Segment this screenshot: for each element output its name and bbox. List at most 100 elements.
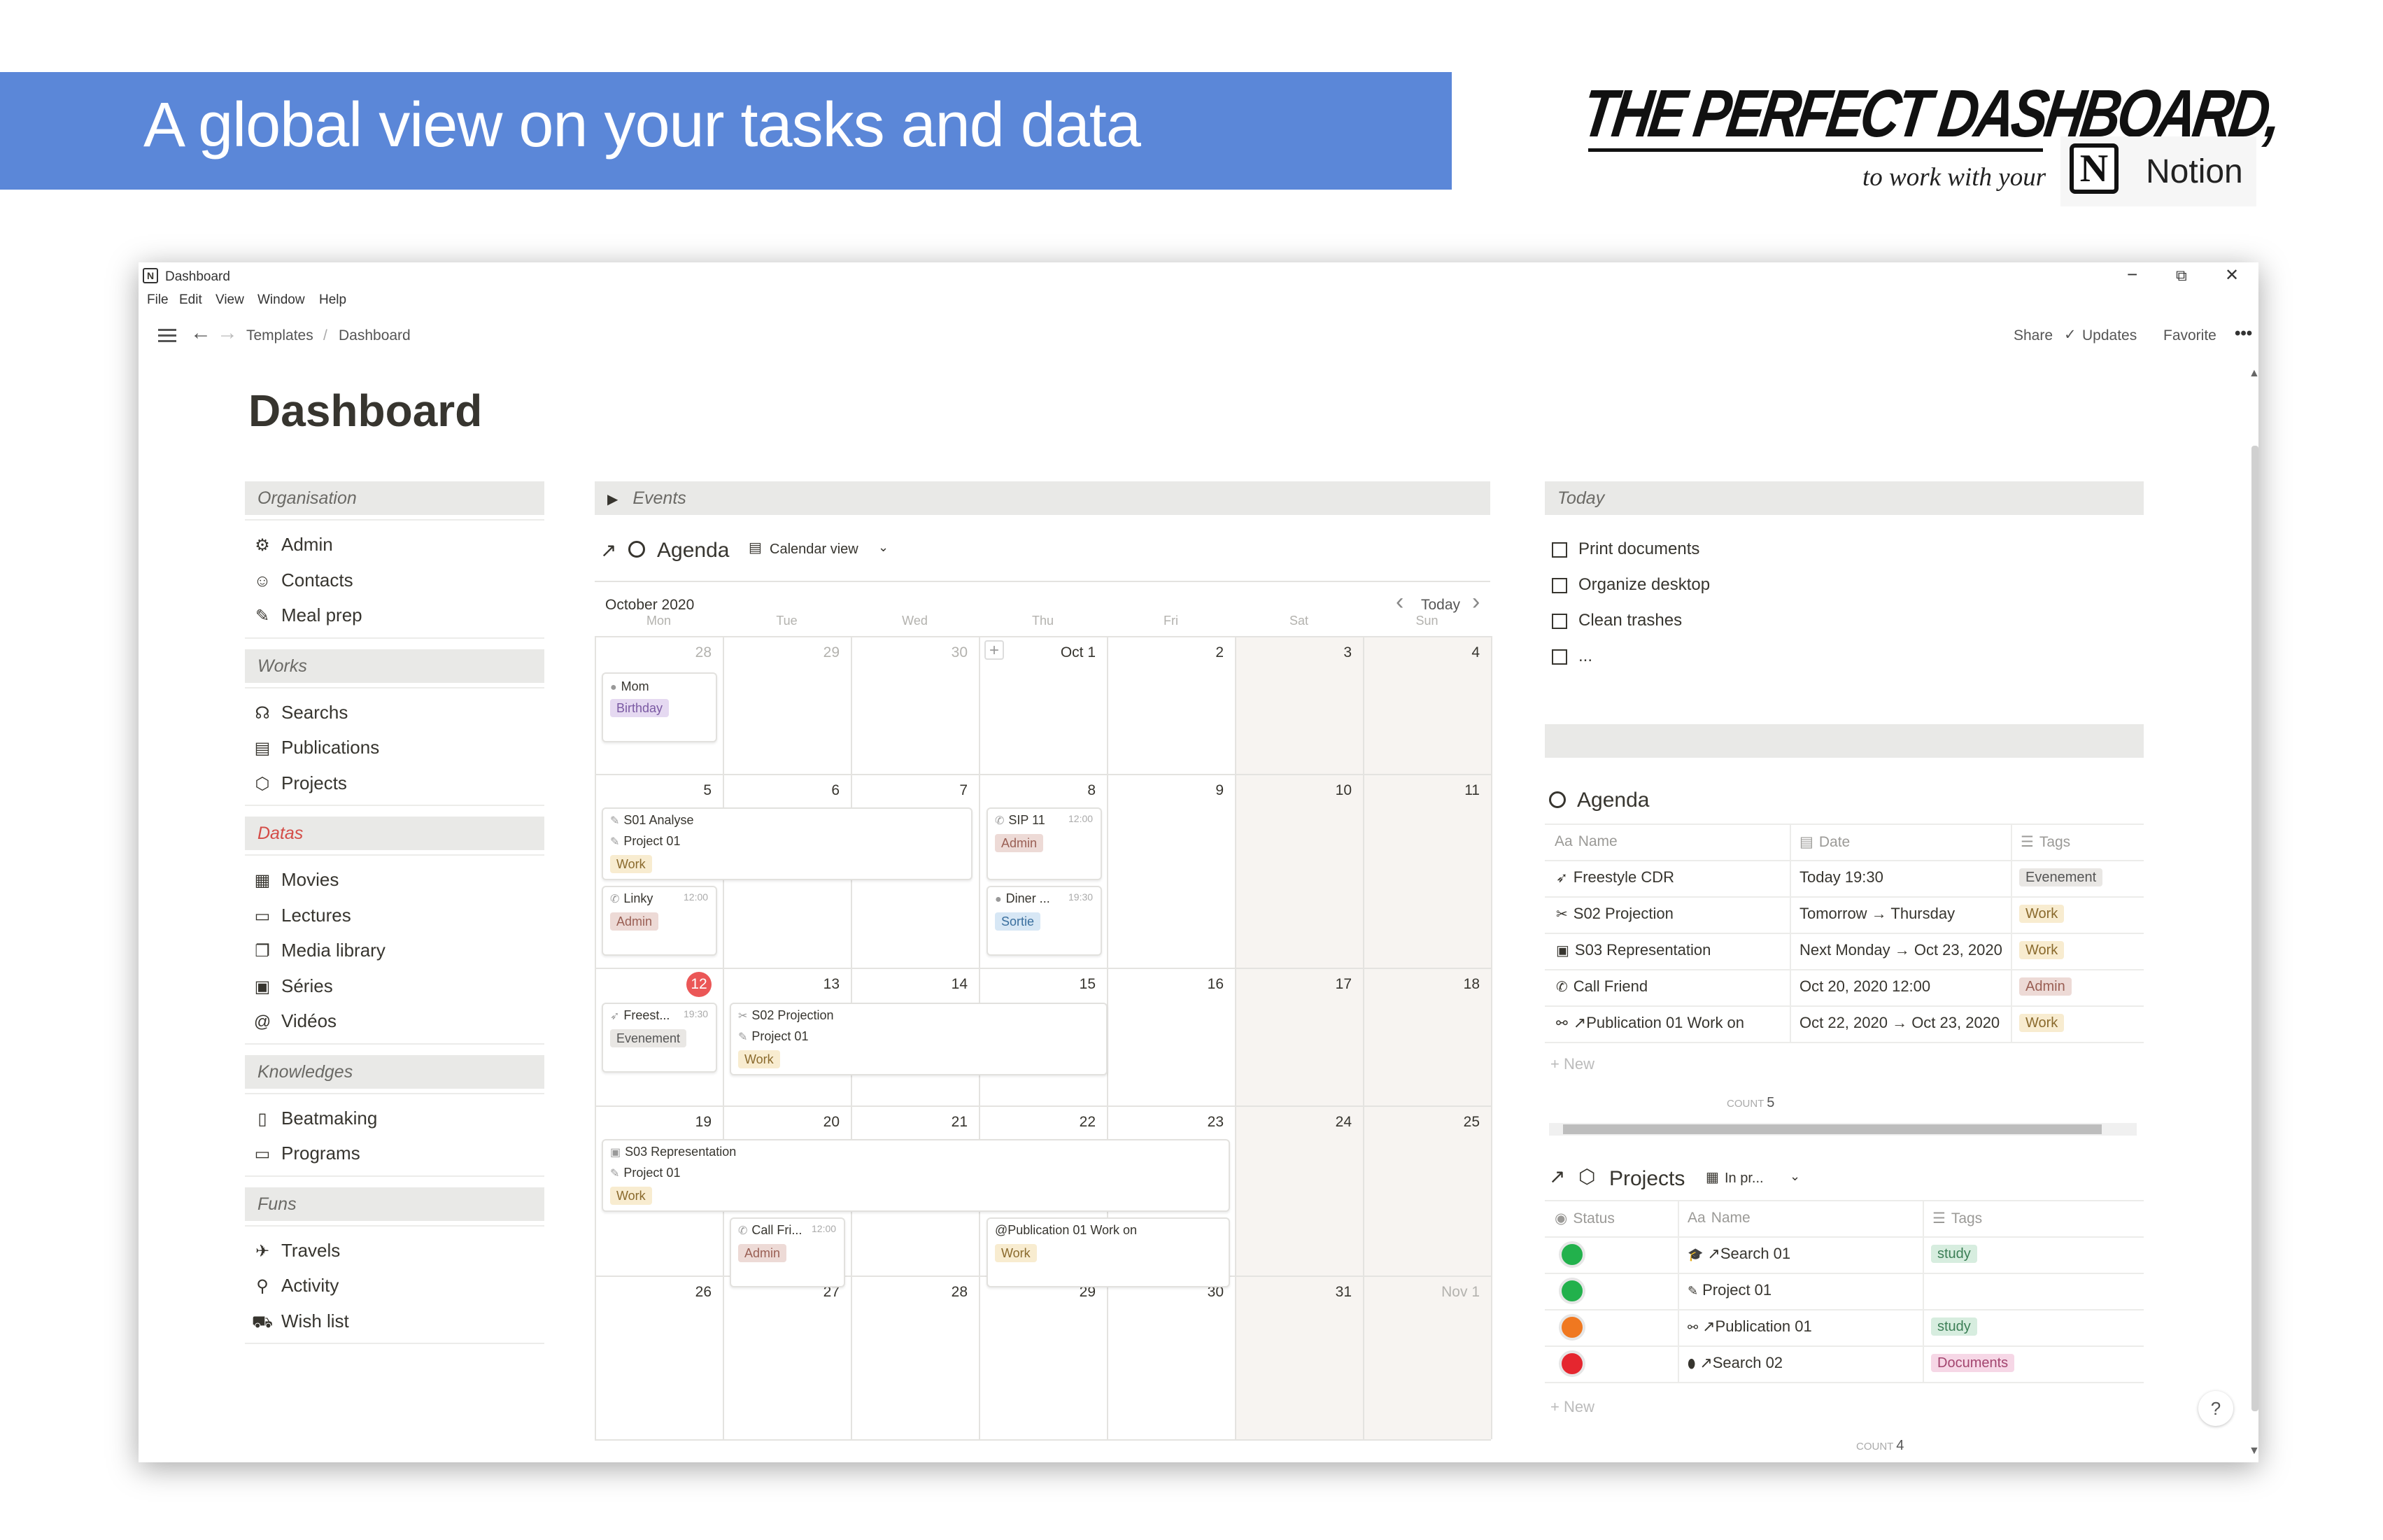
table-row[interactable]: ✎ Project 01 xyxy=(1545,1273,2144,1309)
scroll-down-icon[interactable]: ▼ xyxy=(2249,1445,2258,1457)
event-tag: Admin xyxy=(738,1244,787,1262)
sidebar-item-beatmaking[interactable]: ▯ Beatmaking xyxy=(250,1101,544,1136)
sidebar-item-lectures[interactable]: ▭ Lectures xyxy=(250,898,544,933)
day-number-label: 25 xyxy=(1463,1114,1480,1130)
sidebar-item-meal-prep[interactable]: ✎ Meal prep xyxy=(250,598,544,633)
event-card-s02[interactable]: ✂ S02 Projection ✎ Project 01 Work xyxy=(730,1003,1108,1075)
favorite-button[interactable]: Favorite xyxy=(2163,327,2216,344)
horizontal-scrollbar[interactable] xyxy=(1549,1123,2137,1136)
table-row[interactable]: 🎓 ↗Search 01 study xyxy=(1545,1236,2144,1273)
checkbox[interactable] xyxy=(1552,542,1567,558)
table-row[interactable]: ⬮ ↗Search 02 Documents xyxy=(1545,1345,2144,1382)
sidebar-item-movies[interactable]: ▦ Movies xyxy=(250,862,544,897)
text-icon: Aa xyxy=(1688,1210,1706,1226)
day-number-label: 10 xyxy=(1335,782,1352,798)
event-title-text: SIP 11 xyxy=(1008,813,1045,827)
add-row-button[interactable]: + New xyxy=(1550,1055,1594,1073)
toggle-icon: ▶ xyxy=(607,492,618,507)
sidebar-item-searchs[interactable]: ☊ Searchs xyxy=(250,695,544,730)
event-card-linky[interactable]: ✆ Linky 12:00 Admin xyxy=(602,886,717,956)
scroll-up-icon[interactable]: ▲ xyxy=(2249,367,2258,380)
event-title: ✆ Call Fri... 12:00 xyxy=(738,1223,836,1238)
film-icon: ▦ xyxy=(254,871,271,890)
sidebar-item-travels[interactable]: ✈ Travels xyxy=(250,1233,544,1268)
calendar-view-select[interactable]: Calendar view xyxy=(770,542,858,558)
event-time: 19:30 xyxy=(684,1008,709,1019)
add-row-button[interactable]: + New xyxy=(1550,1398,1594,1416)
day-number-label: 15 xyxy=(1079,976,1096,992)
menu-edit[interactable]: Edit xyxy=(179,292,202,308)
event-card-pub[interactable]: @Publication 01 Work on Work xyxy=(987,1217,1230,1287)
add-event-button[interactable]: + xyxy=(984,640,1004,660)
sidebar-item-activity[interactable]: ⚲ Activity xyxy=(250,1268,544,1303)
sidebar-item-label: Beatmaking xyxy=(281,1107,378,1129)
projects-view-select[interactable]: In pr... xyxy=(1725,1171,1764,1187)
forward-arrow-icon[interactable]: → xyxy=(217,321,238,345)
event-card-freest[interactable]: ➶ Freest... 19:30 Evenement xyxy=(602,1003,717,1073)
row-divider xyxy=(1545,824,2144,825)
more-icon[interactable]: ••• xyxy=(2235,324,2252,344)
checkbox[interactable] xyxy=(1552,649,1567,665)
checkbox[interactable] xyxy=(1552,614,1567,629)
event-card-sip[interactable]: ✆ SIP 11 12:00 Admin xyxy=(987,807,1102,880)
sidebar-item-contacts[interactable]: ☺ Contacts xyxy=(250,563,544,598)
sidebar-item-wish-list[interactable]: ⛟ Wish list xyxy=(250,1304,544,1338)
chevron-down-icon[interactable]: ⌄ xyxy=(878,540,889,555)
divider xyxy=(245,854,544,856)
events-toggle[interactable]: ▶ Events xyxy=(595,481,1490,515)
event-card-diner[interactable]: ● Diner ... 19:30 Sortie xyxy=(987,886,1102,956)
hamburger-icon[interactable] xyxy=(158,329,176,343)
sidebar-item-admin[interactable]: ⚙ Admin xyxy=(250,527,544,562)
help-button[interactable]: ? xyxy=(2198,1391,2233,1426)
day-number-label: 17 xyxy=(1335,976,1352,992)
menu-view[interactable]: View xyxy=(215,292,244,308)
table-row[interactable]: ➶ Freestyle CDR Today 19:30 Evenement xyxy=(1545,860,2144,896)
divider xyxy=(245,1224,544,1227)
menu-file[interactable]: File xyxy=(147,292,169,308)
row-tags: Work xyxy=(2019,905,2065,923)
check-icon: ✓ xyxy=(2064,327,2077,343)
sidebar-item-programs[interactable]: ▭ Programs xyxy=(250,1136,544,1171)
close-icon[interactable]: ✕ xyxy=(2225,265,2239,285)
table-row[interactable]: ⚯ ↗Publication 01 study xyxy=(1545,1309,2144,1345)
breadcrumb-dashboard[interactable]: Dashboard xyxy=(339,327,411,344)
event-title-text: @Publication 01 Work on xyxy=(995,1223,1138,1237)
link-arrow-icon: ↗ xyxy=(600,539,617,561)
speaker-icon: ▯ xyxy=(257,1109,267,1129)
scrollbar-thumb[interactable] xyxy=(2251,446,2258,1411)
checkbox[interactable] xyxy=(1552,578,1567,593)
sidebar-item-projects[interactable]: ⬡ Projects xyxy=(250,765,544,800)
table-row[interactable]: ✂ S02 Projection Tomorrow → Thursday Work xyxy=(1545,896,2144,933)
day-number-label: 13 xyxy=(823,976,840,992)
restore-icon[interactable]: ⧉ xyxy=(2176,267,2187,285)
menu-help[interactable]: Help xyxy=(319,292,346,308)
breadcrumb-templates[interactable]: Templates xyxy=(246,327,313,344)
day-number-label: 23 xyxy=(1207,1114,1224,1130)
table-row[interactable]: ⚯ ↗Publication 01 Work on Oct 22, 2020 → O… xyxy=(1545,1005,2144,1042)
sidebar-item-vid-os[interactable]: @ Vidéos xyxy=(250,1003,544,1038)
share-button[interactable]: Share xyxy=(2014,327,2053,344)
event-card-s03[interactable]: ▣ S03 Representation ✎ Project 01 Work xyxy=(602,1139,1230,1212)
back-arrow-icon[interactable]: ← xyxy=(190,321,211,345)
event-card-mom[interactable]: ● Mom Birthday xyxy=(602,672,717,742)
chevron-down-icon[interactable]: ⌄ xyxy=(1790,1169,1800,1184)
row-divider xyxy=(1545,1042,2144,1043)
sidebar-item-publications[interactable]: ▤ Publications xyxy=(250,730,544,765)
event-card-callfri[interactable]: ✆ Call Fri... 12:00 Admin xyxy=(730,1217,845,1287)
day-number-label: 3 xyxy=(1343,644,1352,660)
count-label: COUNT 5 xyxy=(1727,1095,1775,1110)
minimize-icon[interactable]: − xyxy=(2127,264,2137,285)
day-number-label: 11 xyxy=(1464,782,1480,798)
sidebar-item-s-ries[interactable]: ▣ Séries xyxy=(250,968,544,1003)
event-card-s01[interactable]: ✎ S01 Analyse ✎ Project 01 Work xyxy=(602,807,973,880)
phone-icon: ✆ xyxy=(1556,980,1568,995)
grid-line xyxy=(1363,636,1364,1439)
table-row[interactable]: ▣ S03 Representation Next Monday → Oct 23,… xyxy=(1545,933,2144,969)
menu-window[interactable]: Window xyxy=(257,292,305,308)
sidebar-item-media-library[interactable]: ❐ Media library xyxy=(250,933,544,968)
pill-icon: ⬮ xyxy=(1688,1357,1696,1371)
table-row[interactable]: ✆ Call Friend Oct 20, 2020 12:00 Admin xyxy=(1545,969,2144,1005)
projects-table: ◉ Status Aa Name ☰ Tags 🎓 ↗Search 01 study ✎ Proje… xyxy=(1545,1200,2144,1383)
today-button[interactable]: Today xyxy=(1421,597,1460,614)
updates-button[interactable]: Updates xyxy=(2082,327,2137,344)
